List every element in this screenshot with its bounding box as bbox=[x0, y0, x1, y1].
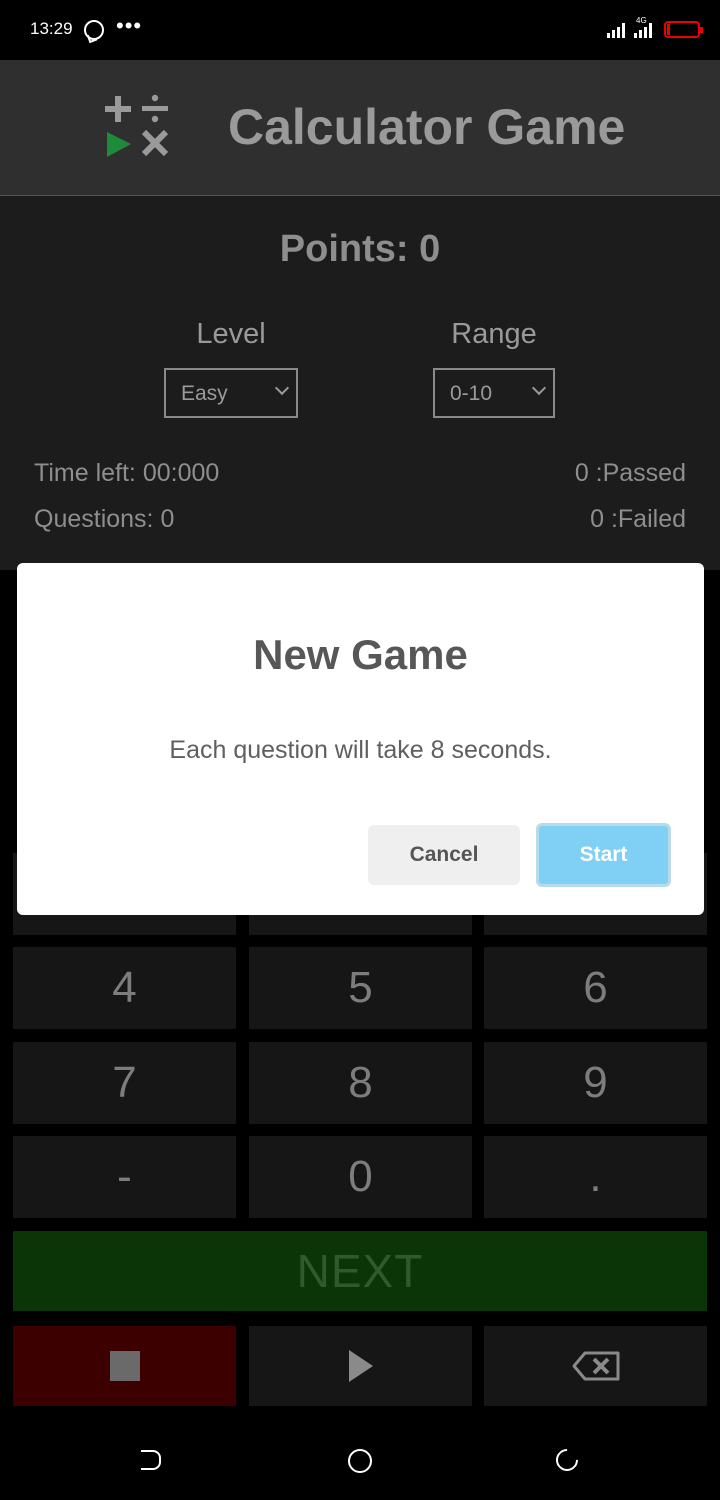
backspace-button[interactable] bbox=[484, 1326, 707, 1406]
keypad-key-0[interactable]: 0 bbox=[249, 1136, 472, 1218]
passed-count: 0 :Passed bbox=[574, 459, 686, 487]
system-nav-bar bbox=[0, 1420, 720, 1500]
nav-home-icon[interactable] bbox=[348, 1449, 372, 1473]
points-display: Points: 0 bbox=[279, 228, 441, 270]
dialog-title: New Game bbox=[253, 631, 468, 678]
range-value: 0-10 bbox=[450, 382, 493, 405]
keypad-key-5[interactable]: 5 bbox=[249, 947, 472, 1029]
whatsapp-icon bbox=[84, 20, 104, 40]
level-select[interactable]: Easy bbox=[164, 368, 298, 418]
range-select[interactable]: 0-10 bbox=[433, 368, 555, 418]
status-time: 13:29 bbox=[30, 19, 73, 38]
signal-icon bbox=[607, 22, 625, 38]
range-label: Range bbox=[451, 318, 537, 350]
more-icon: ••• bbox=[116, 13, 143, 38]
play-icon bbox=[348, 1350, 373, 1382]
chevron-down-icon bbox=[274, 380, 290, 396]
cancel-button[interactable]: Cancel bbox=[368, 825, 520, 885]
backspace-icon bbox=[572, 1351, 619, 1381]
battery-low-icon bbox=[664, 21, 703, 38]
level-value: Easy bbox=[181, 382, 228, 405]
nav-recent-icon[interactable] bbox=[551, 1444, 583, 1476]
math-operators-logo bbox=[105, 94, 169, 157]
stop-icon bbox=[109, 1351, 140, 1381]
keypad-key-minus[interactable]: - bbox=[13, 1136, 236, 1218]
chevron-down-icon bbox=[531, 380, 547, 396]
failed-count: 0 :Failed bbox=[590, 505, 686, 533]
next-button[interactable]: NEXT bbox=[13, 1231, 707, 1311]
keypad-key-7[interactable]: 7 bbox=[13, 1042, 236, 1124]
level-label: Level bbox=[196, 318, 266, 350]
signal-4g-icon bbox=[634, 22, 652, 38]
keypad-key-4[interactable]: 4 bbox=[13, 947, 236, 1029]
time-left: Time left: 00:000 bbox=[34, 459, 220, 487]
nav-back-icon[interactable] bbox=[141, 1450, 161, 1470]
start-button[interactable]: Start bbox=[536, 823, 671, 887]
dialog-message: Each question will take 8 seconds. bbox=[169, 736, 552, 764]
keypad-key-6[interactable]: 6 bbox=[484, 947, 707, 1029]
questions-count: Questions: 0 bbox=[34, 505, 175, 533]
new-game-dialog: New Game Each question will take 8 secon… bbox=[17, 563, 704, 915]
app-title: Calculator Game bbox=[228, 99, 626, 155]
keypad-key-9[interactable]: 9 bbox=[484, 1042, 707, 1124]
play-button[interactable] bbox=[249, 1326, 472, 1406]
keypad-key-decimal[interactable]: . bbox=[484, 1136, 707, 1218]
stop-button[interactable] bbox=[13, 1326, 236, 1406]
status-bar: 13:29 ••• 4G bbox=[0, 0, 720, 60]
keypad-key-8[interactable]: 8 bbox=[249, 1042, 472, 1124]
